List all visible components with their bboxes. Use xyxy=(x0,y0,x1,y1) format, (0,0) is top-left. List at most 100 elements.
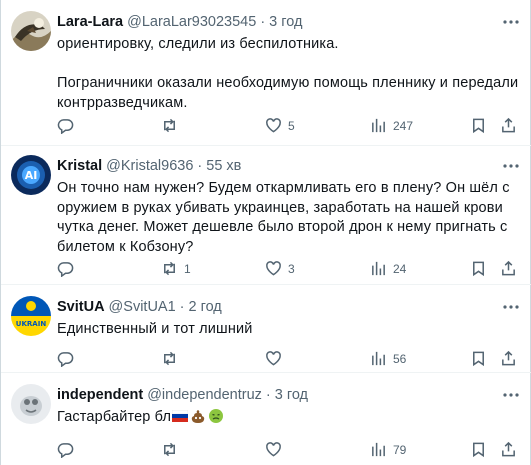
more-options-icon[interactable] xyxy=(502,298,520,316)
bookmark-icon xyxy=(473,351,484,367)
tweet-header: Lara-Lara @LaraLar93023545 · 3 год xyxy=(57,12,302,32)
tweet-lara-lara[interactable]: Lara-Lara @LaraLar93023545 · 3 год ориен… xyxy=(1,0,531,146)
timestamp[interactable]: 2 год xyxy=(189,299,222,315)
tweet-independent[interactable]: independent @independentruz · 3 год Гаст… xyxy=(1,373,531,465)
retweet-icon xyxy=(164,351,175,366)
reply-button[interactable] xyxy=(57,441,80,458)
tweet-text: Единственный и тот лишний xyxy=(57,321,253,337)
share-button[interactable] xyxy=(500,441,517,458)
more-options-icon[interactable] xyxy=(502,13,520,31)
display-name[interactable]: Lara-Lara xyxy=(57,14,123,30)
reply-thread: Lara-Lara @LaraLar93023545 · 3 год ориен… xyxy=(0,0,531,465)
avatar[interactable] xyxy=(11,11,51,51)
bookmark-icon xyxy=(473,261,484,277)
reply-icon xyxy=(57,443,74,458)
retweet-button[interactable]: 1 xyxy=(161,260,191,277)
retweet-icon xyxy=(164,118,175,133)
reply-button[interactable] xyxy=(57,117,80,134)
user-handle[interactable]: @LaraLar93023545 xyxy=(127,14,256,30)
nauseated-face-emoji-icon xyxy=(209,409,224,423)
like-button[interactable]: 3 xyxy=(265,260,295,277)
russia-flag-emoji-icon xyxy=(172,410,189,422)
display-name[interactable]: SvitUA xyxy=(57,299,105,315)
retweet-count: 1 xyxy=(184,261,191,276)
views-button[interactable]: 247 xyxy=(370,117,413,134)
reply-icon xyxy=(57,262,74,277)
view-count: 56 xyxy=(393,351,407,366)
separator-dot: · xyxy=(260,14,266,30)
separator-dot: · xyxy=(179,299,185,315)
heart-icon xyxy=(266,118,281,133)
tweet-text-row: Гастарбайтер бл xyxy=(57,408,519,428)
avatar[interactable] xyxy=(11,384,51,424)
reply-icon xyxy=(57,352,74,367)
bookmark-icon xyxy=(473,118,484,134)
more-options-icon[interactable] xyxy=(502,157,520,175)
user-handle[interactable]: @Kristal9636 xyxy=(106,158,193,174)
retweet-icon xyxy=(164,261,175,276)
timestamp[interactable]: 3 год xyxy=(269,14,302,30)
retweet-button[interactable] xyxy=(161,117,184,134)
bookmark-button[interactable] xyxy=(470,117,487,134)
share-icon xyxy=(502,350,515,366)
views-button[interactable]: 56 xyxy=(370,350,406,367)
retweet-button[interactable] xyxy=(161,441,184,458)
separator-dot: · xyxy=(265,387,271,403)
like-button[interactable] xyxy=(265,441,288,458)
tweet-header: independent @independentruz · 3 год xyxy=(57,385,308,405)
tweet-svitua[interactable]: UKRAIN SvitUA @SvitUA1 · 2 год Единствен… xyxy=(1,285,531,373)
poop-emoji-icon xyxy=(191,410,205,423)
tweet-header: SvitUA @SvitUA1 · 2 год xyxy=(57,297,222,317)
bookmark-button[interactable] xyxy=(470,350,487,367)
views-button[interactable]: 79 xyxy=(370,441,406,458)
user-handle[interactable]: @SvitUA1 xyxy=(109,299,176,315)
avatar-text: UKRAIN xyxy=(16,320,47,328)
timestamp[interactable]: 55 хв xyxy=(206,158,241,174)
reply-icon xyxy=(57,119,74,134)
avatar-text: AI xyxy=(25,169,38,182)
action-bar: 5 247 xyxy=(57,117,517,135)
view-count: 24 xyxy=(393,261,407,276)
avatar[interactable]: AI xyxy=(11,155,51,195)
share-icon xyxy=(502,260,515,276)
retweet-button[interactable] xyxy=(161,350,184,367)
action-bar: 79 xyxy=(57,441,517,459)
action-bar: 1 3 24 xyxy=(57,260,517,278)
reply-button[interactable] xyxy=(57,260,80,277)
view-count: 79 xyxy=(393,442,407,457)
views-chart-icon xyxy=(372,442,385,457)
tweet-text: ориентировку, следили из беспилотника. П… xyxy=(57,36,519,111)
tweet-text: Гастарбайтер бл xyxy=(57,409,172,425)
reply-button[interactable] xyxy=(57,350,80,367)
separator-dot: · xyxy=(197,158,203,174)
bookmark-button[interactable] xyxy=(470,441,487,458)
like-count: 3 xyxy=(288,261,295,276)
like-count: 5 xyxy=(288,118,295,133)
share-icon xyxy=(502,117,515,133)
views-button[interactable]: 24 xyxy=(370,260,406,277)
tweet-header: Kristal @Kristal9636 · 55 хв xyxy=(57,156,241,176)
heart-icon xyxy=(266,351,281,366)
retweet-icon xyxy=(164,442,175,457)
like-button[interactable]: 5 xyxy=(265,117,295,134)
views-chart-icon xyxy=(372,118,385,133)
tweet-kristal[interactable]: AI Kristal @Kristal9636 · 55 хв Он точно… xyxy=(1,146,531,285)
view-count: 247 xyxy=(393,118,414,133)
bookmark-icon xyxy=(473,442,484,458)
display-name[interactable]: independent xyxy=(57,387,143,403)
views-chart-icon xyxy=(372,351,385,366)
more-options-icon[interactable] xyxy=(502,386,520,404)
timestamp[interactable]: 3 год xyxy=(275,387,308,403)
views-chart-icon xyxy=(372,261,385,276)
tweet-text: Он точно нам нужен? Будем откармливать е… xyxy=(57,180,514,255)
action-bar: 56 xyxy=(57,350,517,368)
user-handle[interactable]: @independentruz xyxy=(147,387,262,403)
share-button[interactable] xyxy=(500,350,517,367)
share-button[interactable] xyxy=(500,117,517,134)
heart-icon xyxy=(266,442,281,457)
avatar[interactable]: UKRAIN xyxy=(11,296,51,336)
display-name[interactable]: Kristal xyxy=(57,158,102,174)
like-button[interactable] xyxy=(265,350,288,367)
bookmark-button[interactable] xyxy=(470,260,487,277)
share-button[interactable] xyxy=(500,260,517,277)
